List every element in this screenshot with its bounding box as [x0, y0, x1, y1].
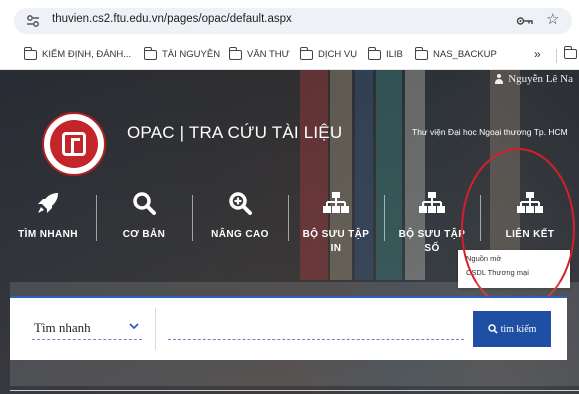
select-underline: [32, 339, 142, 340]
nav-tim-nhanh[interactable]: TÌM NHANH: [0, 188, 96, 268]
sitemap-icon: [323, 192, 349, 213]
logo-seal: [50, 120, 98, 168]
input-underline: [168, 339, 464, 340]
folder-icon: [299, 46, 313, 60]
folder-icon: [367, 46, 381, 60]
address-bar: thuvien.cs2.ftu.edu.vn/pages/opac/defaul…: [0, 0, 579, 42]
search-input[interactable]: [168, 312, 464, 338]
nav-co-ban[interactable]: CƠ BẢN: [96, 188, 192, 268]
bookmark-nas-backup[interactable]: NAS_BACKUP: [414, 46, 497, 60]
folder-icon: [23, 46, 37, 60]
bookmark-tai-nguyen[interactable]: TÀI NGUYÊN: [143, 46, 220, 60]
user-account[interactable]: Nguyễn Lê Na: [494, 73, 573, 85]
user-name: Nguyễn Lê Na: [508, 73, 573, 85]
chevron-down-icon[interactable]: [128, 320, 140, 332]
bookmark-kiem-dinh[interactable]: KIỂM ĐỊNH, ĐÁNH...: [23, 46, 131, 60]
bookmark-dich-vu[interactable]: DỊCH VỤ: [299, 46, 357, 60]
folder-icon: [228, 46, 242, 60]
bookmark-overflow-folder[interactable]: [563, 46, 577, 59]
folder-icon: [143, 46, 157, 60]
page-title: OPAC | TRA CỨU TÀI LIỆU: [127, 123, 343, 142]
university-name: Thư viện Đại học Ngoại thương Tp. HCM: [412, 127, 568, 137]
university-logo[interactable]: [42, 112, 106, 176]
user-icon: [494, 74, 504, 84]
search-button[interactable]: tìm kiếm: [473, 311, 551, 347]
site-settings-icon[interactable]: [26, 14, 40, 28]
nav-nang-cao[interactable]: NÂNG CAO: [192, 188, 288, 268]
search-type-select[interactable]: Tìm nhanh: [34, 320, 91, 336]
nav-bo-suu-tap-in[interactable]: BỘ SƯU TẬP IN: [288, 188, 384, 268]
search-icon: [487, 324, 498, 334]
bookmarks-divider: [556, 49, 557, 63]
omnibox[interactable]: thuvien.cs2.ftu.edu.vn/pages/opac/defaul…: [14, 8, 572, 34]
folder-icon: [563, 46, 577, 59]
bookmarks-overflow-button[interactable]: »: [534, 47, 541, 61]
password-key-icon[interactable]: [516, 14, 534, 28]
bookmarks-bar: KIỂM ĐỊNH, ĐÁNH... TÀI NGUYÊN VĂN THƯ DỊ…: [0, 42, 579, 70]
zoom-plus-icon: [229, 192, 252, 215]
search-icon: [133, 192, 156, 215]
bookmark-van-thu[interactable]: VĂN THƯ: [228, 46, 290, 60]
url-text[interactable]: thuvien.cs2.ftu.edu.vn/pages/opac/defaul…: [52, 13, 292, 25]
bookmark-ilib[interactable]: ILIB: [367, 46, 403, 60]
rocket-icon: [38, 193, 58, 213]
logo-mark-icon: [62, 132, 86, 156]
footer-divider: [10, 390, 579, 391]
opac-site: Nguyễn Lê Na OPAC | TRA CỨU TÀI LIỆU Thư…: [0, 70, 579, 394]
bookmark-star-icon[interactable]: ☆: [546, 12, 559, 28]
search-divider: [155, 308, 156, 350]
folder-icon: [414, 46, 428, 60]
search-form: Tìm nhanh tìm kiếm: [10, 298, 567, 360]
sitemap-icon: [419, 192, 445, 213]
